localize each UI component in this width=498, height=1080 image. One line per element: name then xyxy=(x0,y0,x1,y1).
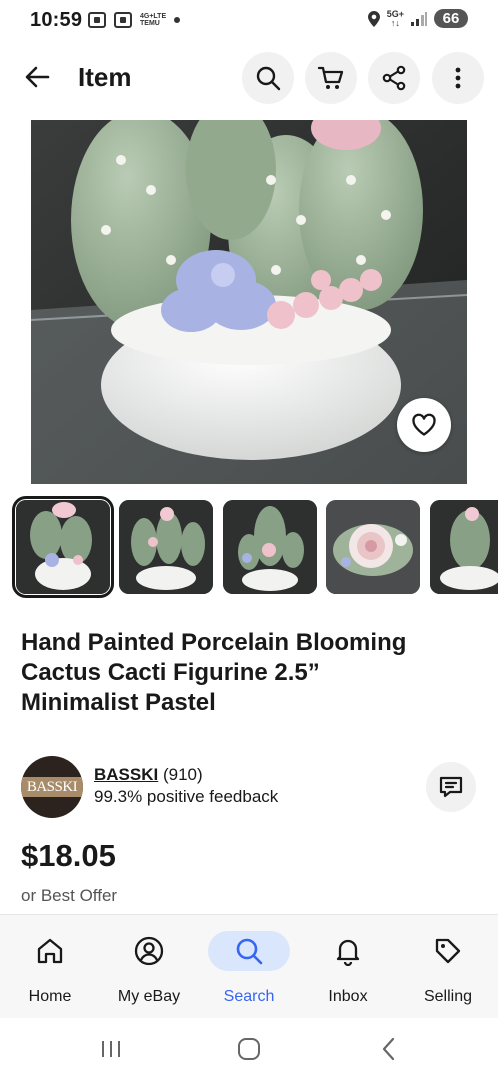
recent-apps-button[interactable] xyxy=(96,1036,126,1062)
message-icon xyxy=(439,776,463,798)
nav-home[interactable]: Home xyxy=(0,915,100,1019)
home-icon xyxy=(37,938,63,964)
thumbnail-cactus-image xyxy=(223,500,317,594)
notif-text-bottom: TEMU xyxy=(140,20,160,27)
nav-selling-icon-wrap xyxy=(407,931,489,971)
item-title: Hand Painted Porcelain Blooming Cactus C… xyxy=(21,628,481,718)
item-title-line: Cactus Cacti Figurine 2.5” xyxy=(21,659,320,686)
notif-text-top: 4G+LTE xyxy=(140,13,167,20)
nav-search-label: Search xyxy=(223,988,275,1005)
status-bar: 10:59 4G+LTE TEMU 5G+ ↑↓ 66 xyxy=(0,0,498,40)
more-notifications-icon xyxy=(174,17,181,23)
thumbnail-5[interactable] xyxy=(430,500,498,594)
page-title: Item xyxy=(78,62,132,92)
back-button[interactable] xyxy=(16,56,58,98)
cart-icon xyxy=(317,66,344,89)
nav-home-icon-wrap xyxy=(9,931,91,971)
message-seller-button[interactable] xyxy=(426,762,476,812)
app-header: Item xyxy=(0,46,498,110)
status-time: 10:59 xyxy=(30,9,83,31)
nav-my-ebay-icon-wrap xyxy=(108,931,190,971)
thumbnail-1[interactable] xyxy=(12,496,114,598)
seller-info: BASSKI BASSKI (910) 99.3% positive feedb… xyxy=(21,756,481,818)
network-activity: ↑↓ xyxy=(390,17,400,28)
status-notification-icons: 4G+LTE TEMU xyxy=(88,12,181,28)
search-icon xyxy=(236,938,263,965)
search-button[interactable] xyxy=(242,52,294,104)
temu-notification: 4G+LTE TEMU xyxy=(140,13,166,27)
thumbnail-cactus-image xyxy=(16,500,110,594)
seller-name-line: BASSKI (910) xyxy=(94,765,203,785)
app-notification-icon xyxy=(114,12,132,28)
seller-name-link[interactable]: BASSKI xyxy=(94,765,158,784)
user-icon xyxy=(134,936,164,966)
avatar-logo-text: BASSKI xyxy=(26,778,78,795)
home-circle-icon xyxy=(238,1038,260,1060)
signal-icon xyxy=(411,11,427,26)
screenshot-notification-icon xyxy=(88,12,106,28)
nav-search[interactable]: Search xyxy=(199,915,299,1019)
nav-home-label: Home xyxy=(28,988,72,1005)
thumbnail-cactus-image xyxy=(430,500,498,594)
nav-inbox-label: Inbox xyxy=(328,988,368,1005)
search-icon xyxy=(256,66,281,91)
nav-search-icon-wrap xyxy=(208,931,290,971)
more-options-button[interactable] xyxy=(432,52,484,104)
item-main-image[interactable] xyxy=(31,120,467,484)
system-navigation-bar xyxy=(0,1018,498,1080)
bottom-navigation: Home My eBay Search Inbox Selling xyxy=(0,914,498,1018)
thumbnail-3[interactable] xyxy=(223,500,317,594)
home-system-button[interactable] xyxy=(234,1036,264,1062)
seller-rating-count: (910) xyxy=(158,765,203,784)
more-vertical-icon xyxy=(455,67,461,89)
share-icon xyxy=(382,65,406,91)
tag-icon xyxy=(435,938,461,964)
back-system-button[interactable] xyxy=(374,1036,404,1062)
share-button[interactable] xyxy=(368,52,420,104)
network-indicator: 5G+ ↑↓ xyxy=(387,9,404,28)
arrow-left-icon xyxy=(25,66,50,88)
thumbnail-4[interactable] xyxy=(326,500,420,594)
nav-selling[interactable]: Selling xyxy=(398,915,498,1019)
watch-favorite-button[interactable] xyxy=(397,398,451,452)
thumbnail-rose-image xyxy=(326,500,420,594)
nav-inbox-icon-wrap xyxy=(307,931,389,971)
item-title-line: Minimalist Pastel xyxy=(21,689,216,716)
best-offer-text: or Best Offer xyxy=(21,886,118,905)
nav-selling-label: Selling xyxy=(423,988,473,1005)
item-price: $18.05 xyxy=(21,838,116,873)
image-thumbnail-strip[interactable] xyxy=(12,496,498,600)
thumbnail-2[interactable] xyxy=(119,500,213,594)
location-icon xyxy=(367,10,380,27)
bell-icon xyxy=(336,939,360,966)
nav-my-ebay-label: My eBay xyxy=(117,988,181,1005)
battery-indicator: 66 xyxy=(434,9,468,28)
cart-button[interactable] xyxy=(305,52,357,104)
nav-inbox[interactable]: Inbox xyxy=(298,915,398,1019)
status-system-icons: 5G+ ↑↓ 66 xyxy=(367,9,468,28)
recent-apps-icon xyxy=(102,1041,120,1057)
nav-my-ebay[interactable]: My eBay xyxy=(99,915,199,1019)
seller-feedback: 99.3% positive feedback xyxy=(94,787,279,806)
item-title-line: Hand Painted Porcelain Blooming xyxy=(21,629,407,656)
thumbnail-cactus-image xyxy=(119,500,213,594)
avatar-logo-band: BASSKI xyxy=(21,777,83,797)
seller-avatar[interactable]: BASSKI xyxy=(21,756,83,818)
heart-icon xyxy=(412,413,436,436)
chevron-left-icon xyxy=(382,1037,395,1061)
